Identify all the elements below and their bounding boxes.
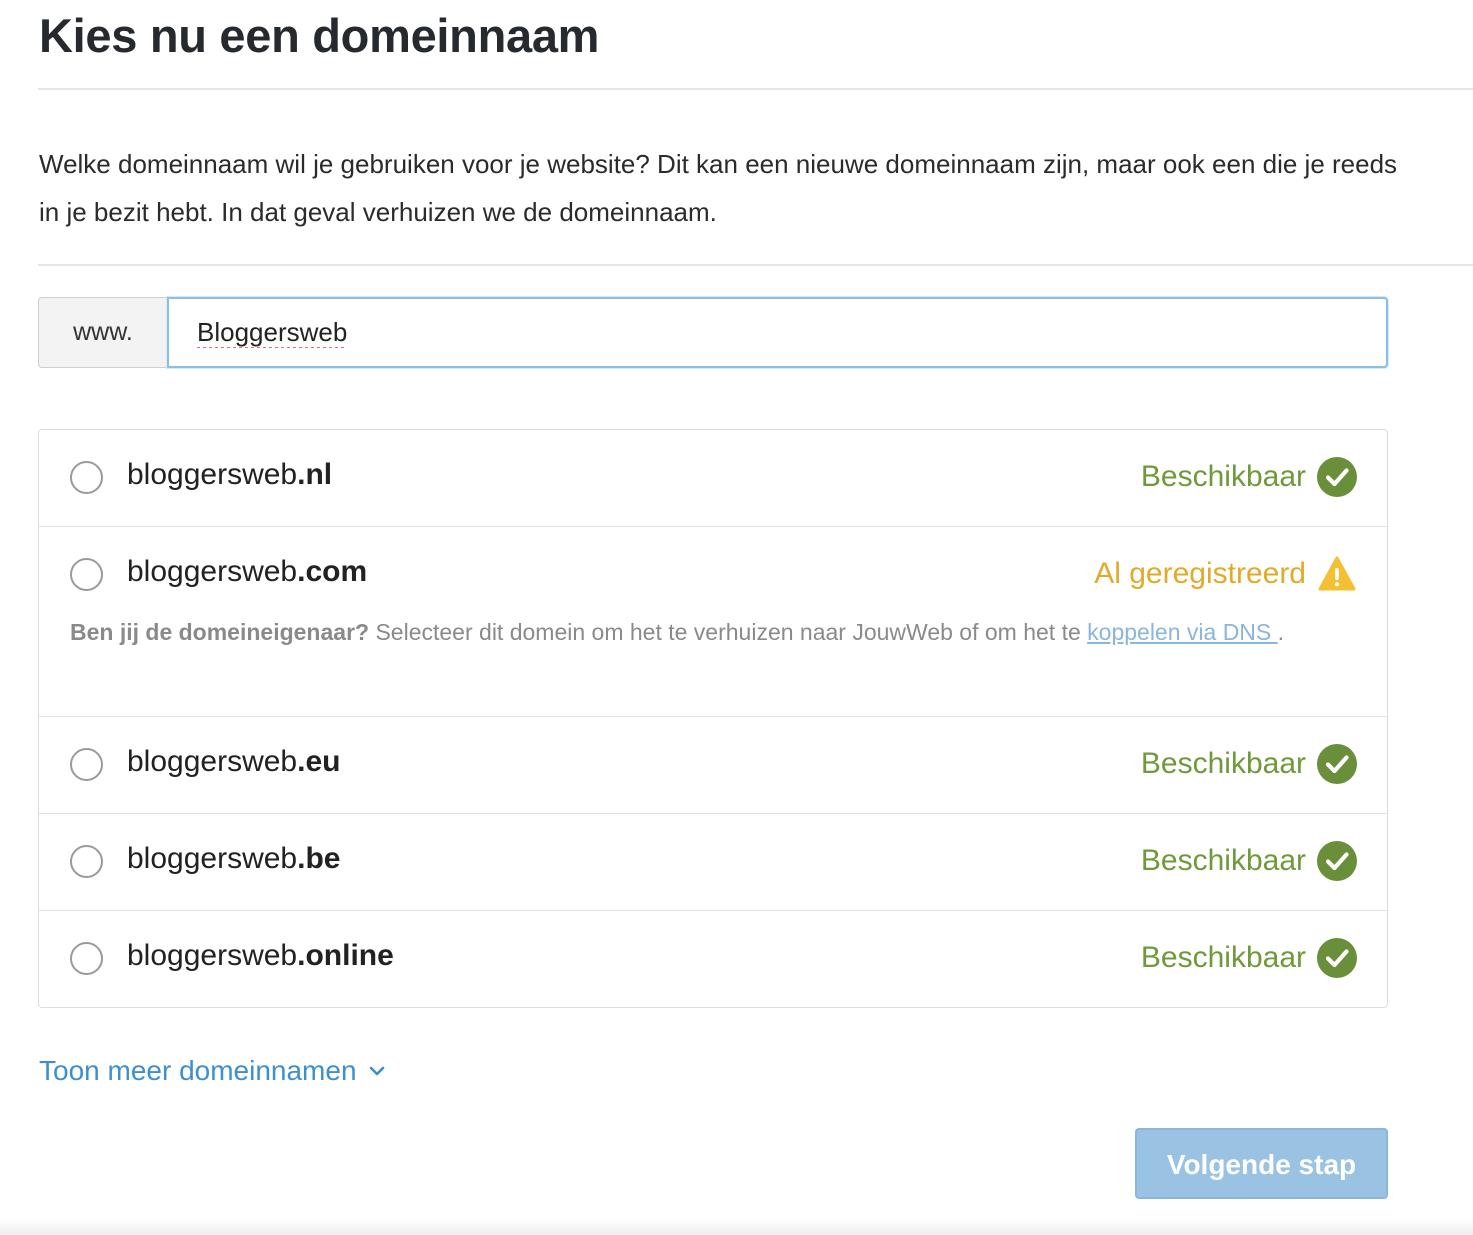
radio-button[interactable] xyxy=(70,845,103,878)
domain-selection-page: Kies nu een domeinnaam Welke domeinnaam … xyxy=(0,0,1473,1235)
status-label: Beschikbaar xyxy=(1140,941,1306,974)
radio-button[interactable] xyxy=(70,748,103,781)
domain-option-eu[interactable]: bloggersweb.eu Beschikbaar xyxy=(39,716,1387,813)
status-label: Beschikbaar xyxy=(1140,747,1306,780)
page-title: Kies nu een domeinnaam xyxy=(39,9,600,62)
chevron-down-icon xyxy=(369,1066,384,1076)
title-divider xyxy=(38,88,1473,90)
www-prefix: www. xyxy=(38,297,167,368)
radio-button[interactable] xyxy=(70,942,103,975)
status-registered: Al geregistreerd xyxy=(1094,554,1357,594)
status-label: Beschikbaar xyxy=(1140,844,1306,877)
owner-note-text: Selecteer dit domein om het te verhuizen… xyxy=(369,619,1088,645)
domain-name-input[interactable] xyxy=(167,297,1388,368)
domain-name: bloggersweb.com xyxy=(127,555,368,588)
domain-option-be[interactable]: bloggersweb.be Beschikbaar xyxy=(39,813,1387,910)
status-label: Beschikbaar xyxy=(1140,460,1306,493)
show-more-domains-link[interactable]: Toon meer domeinnamen xyxy=(39,1055,387,1087)
status-available: Beschikbaar xyxy=(1141,938,1357,978)
owner-question: Ben jij de domeineigenaar? xyxy=(70,619,370,645)
domain-name: bloggersweb.online xyxy=(127,939,394,972)
domain-options-list: bloggersweb.nl Beschikbaar bloggersweb.c… xyxy=(38,429,1388,1008)
owner-note-end: . xyxy=(1277,619,1285,645)
dns-link[interactable]: koppelen via DNS xyxy=(1087,619,1278,645)
check-circle-icon xyxy=(1317,841,1357,881)
status-available: Beschikbaar xyxy=(1141,457,1357,497)
domain-name: bloggersweb.be xyxy=(127,842,341,875)
domain-name: bloggersweb.nl xyxy=(127,458,333,491)
status-label: Al geregistreerd xyxy=(1094,557,1306,590)
domain-owner-note: Ben jij de domeineigenaar? Selecteer dit… xyxy=(70,612,1350,653)
check-circle-icon xyxy=(1317,938,1357,978)
domain-option-online[interactable]: bloggersweb.online Beschikbaar xyxy=(39,910,1387,1007)
footer-shadow xyxy=(0,1219,1473,1235)
radio-button[interactable] xyxy=(70,461,103,494)
check-circle-icon xyxy=(1317,744,1357,784)
domain-option-com[interactable]: bloggersweb.com Al geregistreerd Ben jij… xyxy=(39,526,1387,716)
radio-button[interactable] xyxy=(70,558,103,591)
intro-text: Welke domeinnaam wil je gebruiken voor j… xyxy=(39,149,1398,227)
domain-input-group: www. xyxy=(38,297,1388,368)
show-more-label: Toon meer domeinnamen xyxy=(39,1055,357,1086)
status-available: Beschikbaar xyxy=(1141,841,1357,881)
warning-icon xyxy=(1318,556,1356,591)
status-available: Beschikbaar xyxy=(1141,744,1357,784)
next-step-button[interactable]: Volgende stap xyxy=(1135,1128,1388,1199)
intro-divider xyxy=(38,264,1473,266)
check-circle-icon xyxy=(1317,457,1357,497)
domain-name: bloggersweb.eu xyxy=(127,745,341,778)
domain-option-nl[interactable]: bloggersweb.nl Beschikbaar xyxy=(39,430,1387,526)
